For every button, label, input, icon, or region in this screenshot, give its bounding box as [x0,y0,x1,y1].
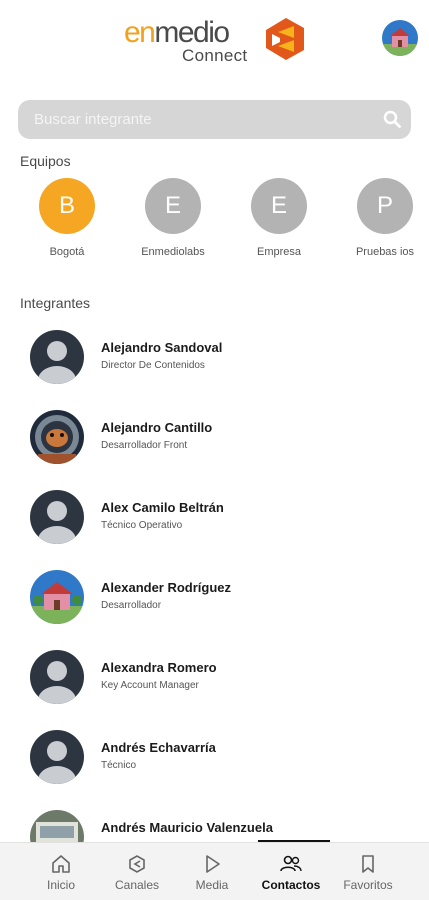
default-avatar-icon [30,490,84,544]
team-name: Bogotá [49,246,85,258]
contacts-icon [280,855,302,872]
member-name: Alejandro Sandoval [101,340,223,355]
house-avatar-icon [30,570,84,624]
member-role: Key Account Manager [101,680,199,691]
team-avatar[interactable]: P [357,178,413,234]
nav-item-favoritos[interactable]: Favoritos [328,843,408,900]
home-icon [52,855,70,873]
team-item-enmediolabs[interactable]: E Enmediolabs [131,178,215,258]
team-avatar[interactable]: E [251,178,307,234]
nav-label: Favoritos [343,878,393,892]
team-item-bogota[interactable]: B Bogotá [25,178,109,258]
member-name: Alex Camilo Beltrán [101,500,224,515]
member-name: Alejandro Cantillo [101,420,213,435]
team-avatar[interactable]: B [39,178,95,234]
logo-mark-icon [266,18,304,60]
member-role: Técnico Operativo [101,520,183,531]
team-name: Empresa [256,246,302,258]
team-item-empresa[interactable]: E Empresa [237,178,321,258]
nav-label: Inicio [46,878,75,892]
list-item[interactable]: Andrés Echavarría Técnico [0,720,429,800]
logo-subtitle: Connect [182,46,248,65]
member-name: Alexander Rodríguez [101,580,232,595]
nav-item-canales[interactable]: Canales [97,843,177,900]
bottom-navigation: Inicio Canales Media Contactos Favoritos [0,842,429,900]
nav-label: Contactos [261,878,321,892]
member-role: Desarrollador [101,600,162,611]
nav-item-media[interactable]: Media [172,843,252,900]
search-icon[interactable] [383,110,401,128]
list-item[interactable]: Alexander Rodríguez Desarrollador [0,560,429,640]
astronaut-avatar-icon [30,410,84,464]
search-bar[interactable] [18,100,411,139]
list-item[interactable]: Alejandro Sandoval Director De Contenido… [0,320,429,400]
default-avatar-icon [30,730,84,784]
nav-item-contactos[interactable]: Contactos [251,843,331,900]
team-name: Pruebas ios [355,246,415,258]
enmedio-connect-logo: enmedio Connect [124,14,314,70]
team-avatar[interactable]: E [145,178,201,234]
member-name: Alexandra Romero [101,660,217,675]
search-input[interactable] [34,100,374,139]
member-name: Andrés Mauricio Valenzuela [101,820,273,835]
app-header: enmedio Connect [0,0,429,80]
list-item[interactable]: Alexandra Romero Key Account Manager [0,640,429,720]
list-item[interactable]: Alejandro Cantillo Desarrollador Front [0,400,429,480]
channels-icon [129,855,145,873]
team-name: Enmediolabs [141,246,205,258]
logo-word-medio: medio [154,16,230,49]
nav-label: Canales [114,878,160,892]
logo-word-en: en [124,16,156,49]
nav-label: Media [195,878,229,892]
play-icon [206,855,220,873]
member-role: Desarrollador Front [101,440,188,451]
nav-item-inicio[interactable]: Inicio [21,843,101,900]
teams-carousel[interactable]: B Bogotá E Enmediolabs E Empresa P Prueb… [0,178,429,268]
teams-section-label: Equipos [20,153,71,169]
default-avatar-icon [30,650,84,704]
member-role: Técnico [101,760,137,771]
default-avatar-icon [30,330,84,384]
bookmark-icon [362,855,374,873]
user-avatar-icon[interactable] [382,20,418,56]
list-item[interactable]: Alex Camilo Beltrán Técnico Operativo [0,480,429,560]
team-item-pruebas-ios[interactable]: P Pruebas ios [343,178,427,258]
member-name: Andrés Echavarría [101,740,216,755]
member-role: Director De Contenidos [101,360,205,371]
members-section-label: Integrantes [20,295,91,311]
